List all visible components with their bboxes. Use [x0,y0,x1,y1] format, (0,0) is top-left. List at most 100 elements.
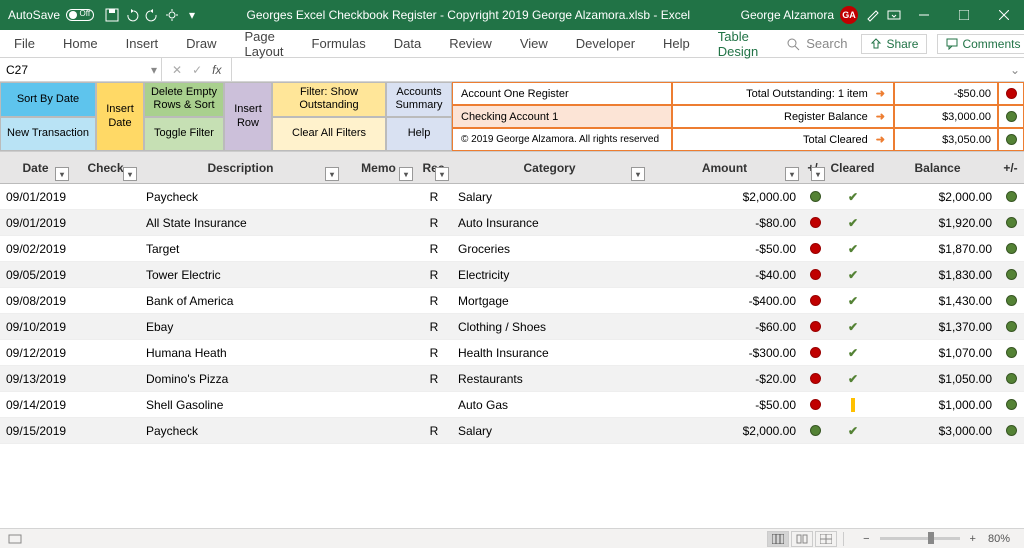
zoom-out-button[interactable]: − [859,533,873,545]
filter-dropdown-icon[interactable]: ▾ [55,167,69,181]
insert-row-button[interactable]: Insert Row [224,82,272,151]
cell-amount[interactable]: $2,000.00 [648,184,802,209]
cell-description[interactable]: Ebay [140,314,342,339]
col-description[interactable]: Description▾ [140,152,342,183]
cell-description[interactable]: Domino's Pizza [140,366,342,391]
cell-description[interactable]: Tower Electric [140,262,342,287]
cell-date[interactable]: 09/08/2019 [0,288,72,313]
cancel-icon[interactable]: ✕ [172,63,182,77]
cell-check[interactable] [72,392,140,417]
col-pm2[interactable]: +/- [998,152,1024,183]
cell-date[interactable]: 09/01/2019 [0,184,72,209]
table-row[interactable]: 09/15/2019PaycheckRSalary$2,000.00✔$3,00… [0,418,1024,444]
zoom-level[interactable]: 80% [982,533,1016,545]
autosave-toggle[interactable]: AutoSave Off [0,8,102,22]
tab-draw[interactable]: Draw [172,30,230,57]
col-amount[interactable]: Amount▾ [648,152,802,183]
cell-date[interactable]: 09/05/2019 [0,262,72,287]
tab-table-design[interactable]: Table Design [704,30,772,57]
col-category[interactable]: Category▾ [452,152,648,183]
cell-check[interactable] [72,210,140,235]
filter-dropdown-icon[interactable]: ▾ [325,167,339,181]
table-row[interactable]: 09/01/2019PaycheckRSalary$2,000.00✔$2,00… [0,184,1024,210]
cell-check[interactable] [72,366,140,391]
cell-check[interactable] [72,288,140,313]
cell-category[interactable]: Health Insurance [452,340,648,365]
cell-category[interactable]: Auto Gas [452,392,648,417]
cell-cleared[interactable]: ✔ [828,288,878,313]
cell-amount[interactable]: -$80.00 [648,210,802,235]
cell-amount[interactable]: -$60.00 [648,314,802,339]
cell-amount[interactable]: -$400.00 [648,288,802,313]
accounts-summary-button[interactable]: Accounts Summary [386,82,452,117]
cell-date[interactable]: 09/14/2019 [0,392,72,417]
account-button[interactable]: George Alzamora GA [735,6,864,24]
cell-memo[interactable] [342,418,416,443]
tab-file[interactable]: File [0,30,49,57]
tab-insert[interactable]: Insert [112,30,173,57]
delete-empty-sort-button[interactable]: Delete Empty Rows & Sort [144,82,224,117]
name-box[interactable]: C27 ▾ [0,58,162,81]
cell-date[interactable]: 09/15/2019 [0,418,72,443]
cell-category[interactable]: Groceries [452,236,648,261]
col-date[interactable]: Date▾ [0,152,72,183]
cell-description[interactable]: Shell Gasoline [140,392,342,417]
cell-description[interactable]: Bank of America [140,288,342,313]
cell-check[interactable] [72,236,140,261]
insert-date-button[interactable]: Insert Date [96,82,144,151]
cell-description[interactable]: Humana Heath [140,340,342,365]
cell-check[interactable] [72,418,140,443]
cell-date[interactable]: 09/02/2019 [0,236,72,261]
table-row[interactable]: 09/05/2019Tower ElectricRElectricity-$40… [0,262,1024,288]
sort-by-date-button[interactable]: Sort By Date [0,82,96,117]
zoom-slider[interactable] [880,537,960,540]
maximize-button[interactable] [944,0,984,30]
enter-icon[interactable]: ✓ [192,63,202,77]
cell-rec[interactable]: R [416,340,452,365]
cell-rec[interactable] [416,392,452,417]
table-row[interactable]: 09/01/2019All State InsuranceRAuto Insur… [0,210,1024,236]
cell-category[interactable]: Mortgage [452,288,648,313]
view-page-layout-icon[interactable] [791,531,813,547]
cell-amount[interactable]: -$50.00 [648,392,802,417]
comments-button[interactable]: Comments [937,34,1024,54]
sheet-options-icon[interactable] [0,532,30,546]
col-rec[interactable]: Rec▾ [416,152,452,183]
new-transaction-button[interactable]: New Transaction [0,117,96,152]
cell-cleared[interactable]: ✔ [828,314,878,339]
cell-description[interactable]: Paycheck [140,418,342,443]
cell-description[interactable]: Paycheck [140,184,342,209]
cell-category[interactable]: Clothing / Shoes [452,314,648,339]
cell-rec[interactable]: R [416,210,452,235]
cell-check[interactable] [72,262,140,287]
table-row[interactable]: 09/14/2019Shell GasolineAuto Gas-$50.00$… [0,392,1024,418]
toggle-filter-button[interactable]: Toggle Filter [144,117,224,152]
tab-review[interactable]: Review [435,30,506,57]
formula-input[interactable] [232,58,1006,81]
redo-icon[interactable] [142,5,162,25]
cell-rec[interactable]: R [416,262,452,287]
filter-outstanding-button[interactable]: Filter: Show Outstanding [272,82,386,117]
col-memo[interactable]: Memo▾ [342,152,416,183]
help-button[interactable]: Help [386,117,452,152]
tab-view[interactable]: View [506,30,562,57]
filter-dropdown-icon[interactable]: ▾ [631,167,645,181]
close-button[interactable] [984,0,1024,30]
cell-cleared[interactable]: ✔ [828,210,878,235]
cell-description[interactable]: All State Insurance [140,210,342,235]
fx-icon[interactable]: fx [212,63,221,77]
cell-amount[interactable]: $2,000.00 [648,418,802,443]
cell-memo[interactable] [342,288,416,313]
cell-memo[interactable] [342,236,416,261]
cell-description[interactable]: Target [140,236,342,261]
col-balance[interactable]: Balance [878,152,998,183]
view-page-break-icon[interactable] [815,531,837,547]
cell-amount[interactable]: -$40.00 [648,262,802,287]
undo-icon[interactable] [122,5,142,25]
filter-dropdown-icon[interactable]: ▾ [123,167,137,181]
col-check[interactable]: Check▾ [72,152,140,183]
table-row[interactable]: 09/12/2019Humana HeathRHealth Insurance-… [0,340,1024,366]
save-icon[interactable] [102,5,122,25]
expand-formula-icon[interactable]: ⌄ [1006,63,1024,77]
cell-amount[interactable]: -$20.00 [648,366,802,391]
